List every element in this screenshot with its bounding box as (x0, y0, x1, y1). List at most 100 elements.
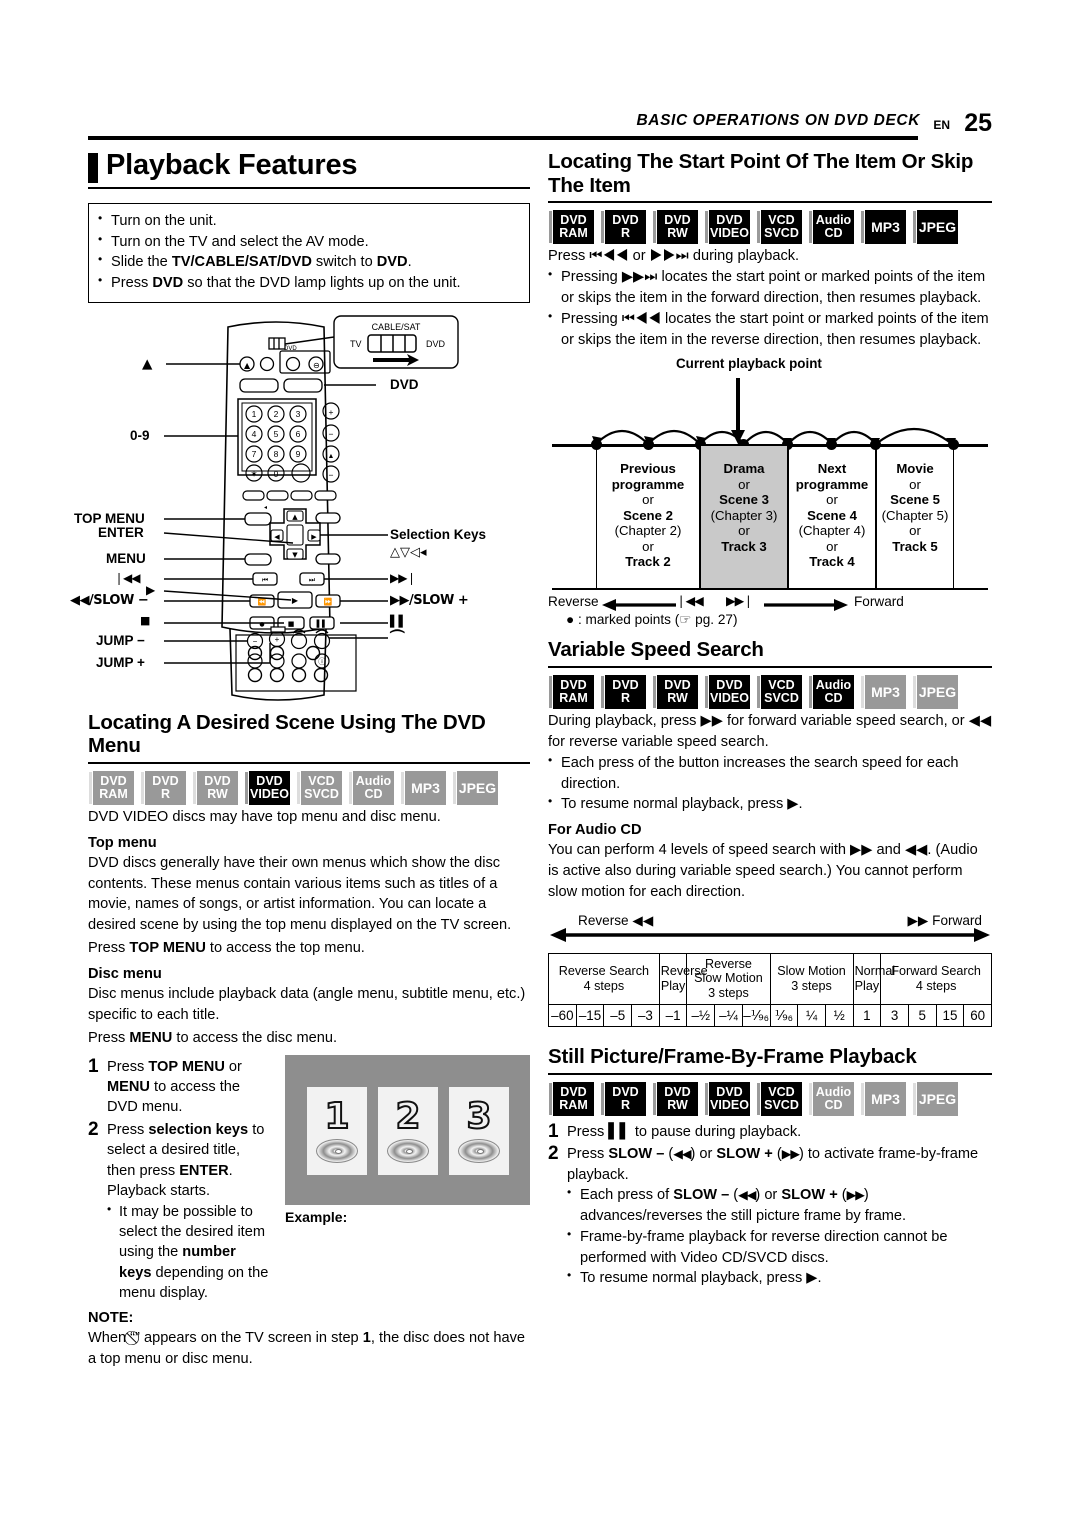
speed-cell: –1 (658, 1003, 688, 1028)
step-2-text: Press selection keys to select a desired… (107, 1121, 265, 1200)
locate-bullets: Pressing ▶▶⏭ locates the start point or … (548, 266, 992, 350)
badge-mp3: MP3 (860, 674, 906, 709)
table-row: Reverse Search 4 steps Reverse Play Revers… (548, 952, 992, 1005)
speed-cell: 3 (880, 1003, 909, 1028)
top-menu-press: Press TOP MENU to access the top menu. (88, 940, 365, 957)
badge-jpeg: JPEG (912, 210, 958, 245)
group-forward-search: Forward Search 4 steps (880, 952, 992, 1005)
badge-vcd-svcd: VCD SVCD (756, 674, 802, 709)
section-rule (548, 1072, 992, 1075)
speed-cell: ⅑₆ (769, 1003, 799, 1028)
speed-cell: 5 (907, 1003, 937, 1028)
table-reverse-label: Reverse ◀◀ (578, 912, 654, 928)
intro-box: Turn on the unit. Turn on the TV and sel… (88, 202, 530, 303)
remote-label-enter: ENTER (98, 524, 144, 540)
speed-cell: –60 (548, 1003, 577, 1028)
still-step-2-text: Press SLOW – (◀◀) or SLOW + (▶▶) to acti… (567, 1146, 979, 1183)
remote-label-slow-plus: ▶▶/SLOW + (390, 592, 469, 608)
speed-cell: –3 (631, 1003, 660, 1028)
remote-label-pause: ▌▌ (390, 614, 407, 628)
diagram-segment-current: Drama or Scene 3 (Chapter 3) or Track 3 (700, 446, 788, 589)
dvd-menu-intro: DVD VIDEO discs may have top menu and di… (88, 808, 441, 825)
remote-label-jump-plus: JUMP + (96, 654, 145, 670)
step-1: 1 Press TOP MENU or MENU to access the D… (88, 1056, 271, 1118)
badge-dvd-video: DVD VIDEO (704, 1081, 750, 1116)
page-number: 25 (964, 109, 992, 137)
media-badges-variable: DVD RAM DVD R DVD RW DVD VIDEO VCD SVCD Audio… (548, 674, 992, 709)
marked-points-note: ● : marked points (☞ pg. 27) (566, 612, 738, 628)
still-step-2: 2 Press SLOW – (◀◀) or SLOW + (▶▶) to ac… (548, 1144, 992, 1185)
section-rule (88, 761, 530, 764)
remote-label-0-9: 0-9 (130, 427, 150, 443)
section-title-still-picture: Still Picture/Frame-By-Frame Playback (548, 1045, 917, 1069)
tv-screen: 1 2 3 (285, 1054, 530, 1205)
forward-label: Forward (854, 594, 904, 610)
list-item: Each press of the button increases the s… (548, 752, 992, 795)
speed-cell: –¼ (714, 1003, 743, 1028)
header-rule (88, 136, 918, 140)
list-item: To resume normal playback, press ▶. (567, 1267, 992, 1289)
variable-lead: During playback, press ▶▶ for forward va… (548, 712, 992, 750)
tv-example: 1 2 3 Example: (285, 1054, 530, 1304)
note-body: When “⃠” appears on the TV screen in ste… (88, 1329, 526, 1367)
title-rule (88, 186, 530, 189)
diagram-segment-movie: Movie or Scene 5 (Chapter 5) or Track 5 (876, 446, 954, 589)
badge-mp3: MP3 (400, 770, 446, 805)
speed-table-wrap: Reverse ◀◀ ▶▶ Forward Reverse Search 4 st… (548, 912, 992, 1028)
badge-dvd-video: DVD VIDEO (244, 770, 290, 805)
group-reverse-search: Reverse Search 4 steps (548, 952, 660, 1005)
group-normal-play: Normal Play (852, 952, 895, 1005)
note-heading: NOTE: (88, 1309, 134, 1326)
list-item: Turn on the TV and select the AV mode. (98, 231, 520, 253)
remote-label-skip-back: ❘◀◀ (114, 570, 140, 585)
remote-label-dvd: DVD (390, 376, 419, 392)
subheading-for-audio-cd: For Audio CD (548, 822, 642, 839)
badge-audio-cd: Audio CD (808, 210, 854, 245)
badge-dvd-video: DVD VIDEO (704, 674, 750, 709)
audio-cd-body: You can perform 4 levels of speed search… (548, 842, 978, 900)
step-2-subnote: It may be possible to select the desired… (107, 1201, 271, 1304)
badge-audio-cd: Audio CD (348, 770, 394, 805)
group-slow-motion: Slow Motion 3 steps (769, 952, 854, 1005)
step-1-text: Press TOP MENU or MENU to access the DVD… (107, 1058, 242, 1116)
left-column: Playback Features Turn on the unit. Turn… (70, 149, 530, 1369)
list-item: Pressing ▶▶⏭ locates the start point or … (548, 266, 992, 309)
remote-label-slow-minus: ◀◀/SLOW − (70, 592, 149, 608)
section-title-variable-speed: Variable Speed Search (548, 638, 764, 662)
page-title: Playback Features (106, 149, 358, 181)
remote-label-top-menu: TOP MENU (74, 510, 145, 526)
variable-bullets: Each press of the button increases the s… (548, 752, 992, 816)
manual-page: BASIC OPERATIONS ON DVD DECK EN 25 Playb… (0, 0, 1080, 1528)
media-badges-dvd-menu: DVD RAM DVD R DVD RW DVD VIDEO VCD SVCD Audio… (88, 770, 530, 805)
remote-label-eject: ▲ (142, 355, 153, 372)
badge-dvd-rw: DVD RW (652, 1081, 698, 1116)
badge-dvd-rw: DVD RW (652, 210, 698, 245)
speed-cell: –½ (686, 1003, 716, 1028)
remote-label-dpad-glyphs: △▽◁◂ (390, 544, 427, 560)
tv-card-3: 3 (449, 1086, 509, 1175)
remote-control-illustration: ▲ ⊖ DVD 1 2 3 4 5 6 7 8 9 ✶ 0 + − ▲ − ◂ … (70, 311, 530, 711)
diagram-baseline (552, 588, 988, 591)
speed-cell: ½ (824, 1003, 854, 1028)
still-bullets: Each press of SLOW – (◀◀) or SLOW + (▶▶)… (567, 1184, 992, 1289)
group-reverse-slow: Reverse Slow Motion 3 steps (686, 952, 771, 1005)
list-item: Turn on the unit. (98, 210, 520, 232)
skip-forward-icon: ▶▶❘ (726, 593, 754, 609)
diagram-caption: Current playback point (676, 356, 822, 372)
speed-cell: –15 (575, 1003, 605, 1028)
speed-cell: 15 (935, 1003, 965, 1028)
badge-dvd-video: DVD VIDEO (704, 210, 750, 245)
speed-table: Reverse Search 4 steps Reverse Play Revers… (548, 952, 992, 1028)
badge-vcd-svcd: VCD SVCD (756, 1081, 802, 1116)
language-code: EN (933, 118, 950, 132)
remote-label-jump-minus: JUMP − (96, 632, 145, 648)
badge-dvd-ram: DVD RAM (548, 1081, 594, 1116)
skip-back-icon: ❘◀◀ (676, 593, 704, 609)
badge-jpeg: JPEG (912, 1081, 958, 1116)
table-forward-label: ▶▶ Forward (907, 912, 982, 928)
media-badges-locate: DVD RAM DVD R DVD RW DVD VIDEO VCD SVCD Audio… (548, 210, 992, 245)
badge-dvd-r: DVD R (600, 674, 646, 709)
remote-label-return: ⏜ (390, 628, 405, 647)
speed-cell: ¼ (797, 1003, 826, 1028)
diagram-segment-next: Next programme or Scene 4 (Chapter 4) or… (788, 446, 876, 589)
